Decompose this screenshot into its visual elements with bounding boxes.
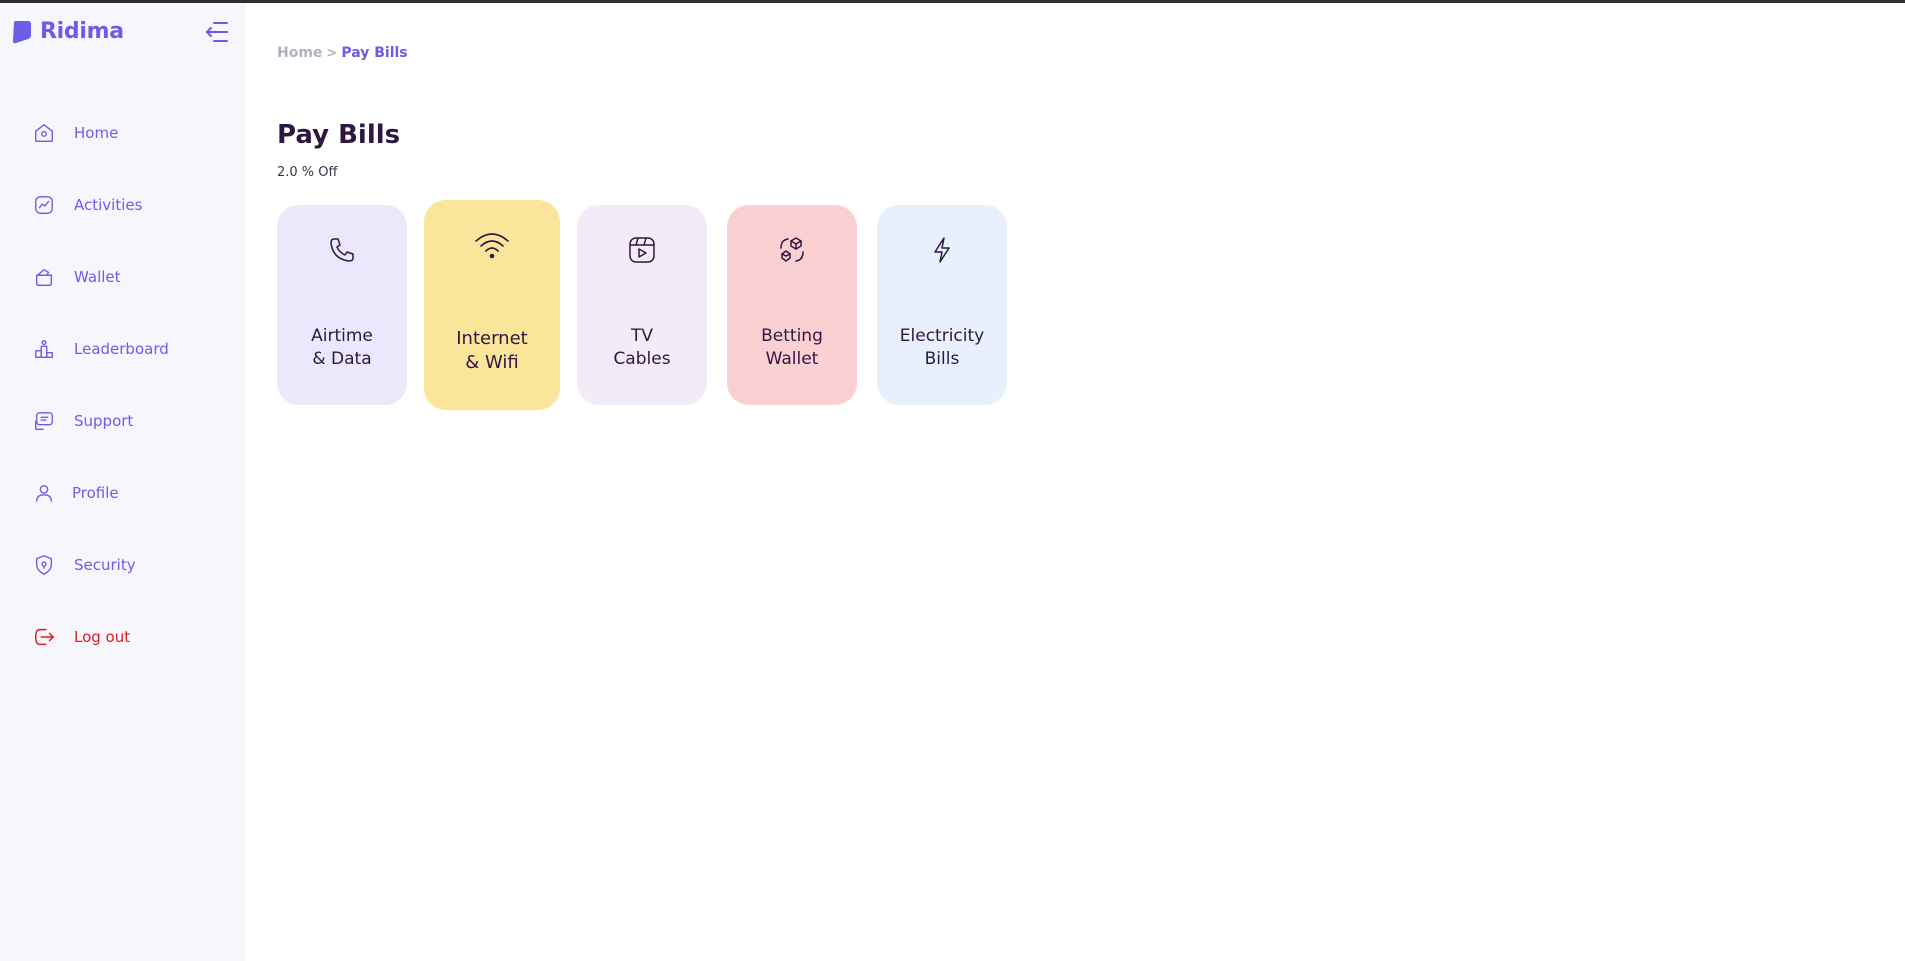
brand[interactable]: Ridima xyxy=(10,19,124,44)
dice-icon xyxy=(780,237,804,262)
breadcrumb: Home > Pay Bills xyxy=(277,45,408,61)
bill-card-betting-wallet[interactable]: Betting Wallet xyxy=(727,205,857,405)
sidebar-item-label: Home xyxy=(74,124,119,142)
brand-name: Ridima xyxy=(40,19,124,44)
bill-card-tv-cables[interactable]: TV Cables xyxy=(577,205,707,405)
breadcrumb-separator: > xyxy=(326,45,338,61)
phone-icon xyxy=(330,238,354,262)
activity-chart-icon xyxy=(32,193,56,217)
sidebar-item-label: Wallet xyxy=(74,268,121,286)
sidebar-item-label: Security xyxy=(74,556,136,574)
lightning-icon xyxy=(934,237,950,263)
bill-card-internet-wifi[interactable]: Internet & Wifi xyxy=(424,200,560,410)
breadcrumb-home-link[interactable]: Home xyxy=(277,45,322,61)
sidebar-item-security[interactable]: Security xyxy=(32,551,136,579)
sidebar-item-label: Leaderboard xyxy=(74,340,169,358)
leaderboard-icon xyxy=(32,337,56,361)
wallet-icon xyxy=(32,265,56,289)
sidebar-item-home[interactable]: Home xyxy=(32,119,118,147)
page-title: Pay Bills xyxy=(277,120,401,150)
bill-card-airtime-data[interactable]: Airtime & Data xyxy=(277,205,407,405)
sidebar-item-activities[interactable]: Activities xyxy=(32,191,142,219)
wifi-icon xyxy=(475,233,509,259)
sidebar-item-support[interactable]: Support xyxy=(32,407,133,435)
sidebar: Ridima Home Activities Wallet Leaderboar… xyxy=(0,3,245,961)
home-icon xyxy=(32,121,56,145)
tv-play-icon xyxy=(629,237,655,263)
sidebar-item-wallet[interactable]: Wallet xyxy=(32,263,121,291)
sidebar-item-logout[interactable]: Log out xyxy=(32,623,130,651)
sidebar-item-profile[interactable]: Profile xyxy=(32,479,119,507)
main-content: Home > Pay Bills Pay Bills 2.0 % Off Air… xyxy=(245,3,1905,961)
shield-icon xyxy=(32,553,56,577)
user-icon xyxy=(32,481,56,505)
breadcrumb-current: Pay Bills xyxy=(341,45,408,61)
bill-card-label: Electricity Bills xyxy=(899,326,985,369)
sidebar-item-label: Activities xyxy=(74,196,143,214)
collapse-sidebar-icon[interactable] xyxy=(203,19,229,45)
ridima-logo-icon xyxy=(13,20,31,43)
sidebar-item-label: Support xyxy=(74,412,134,430)
logout-icon xyxy=(32,625,56,649)
bill-card-label: Betting Wallet xyxy=(761,326,823,369)
bill-card-label: Internet & Wifi xyxy=(456,328,528,373)
bill-card-label: TV Cables xyxy=(613,326,671,369)
sidebar-item-leaderboard[interactable]: Leaderboard xyxy=(32,335,169,363)
discount-text: 2.0 % Off xyxy=(277,165,338,180)
bill-card-label: Airtime & Data xyxy=(311,326,373,369)
support-icon xyxy=(32,409,56,433)
bill-card-electricity-bills[interactable]: Electricity Bills xyxy=(877,205,1007,405)
sidebar-item-label: Log out xyxy=(74,628,131,646)
sidebar-item-label: Profile xyxy=(72,484,119,502)
